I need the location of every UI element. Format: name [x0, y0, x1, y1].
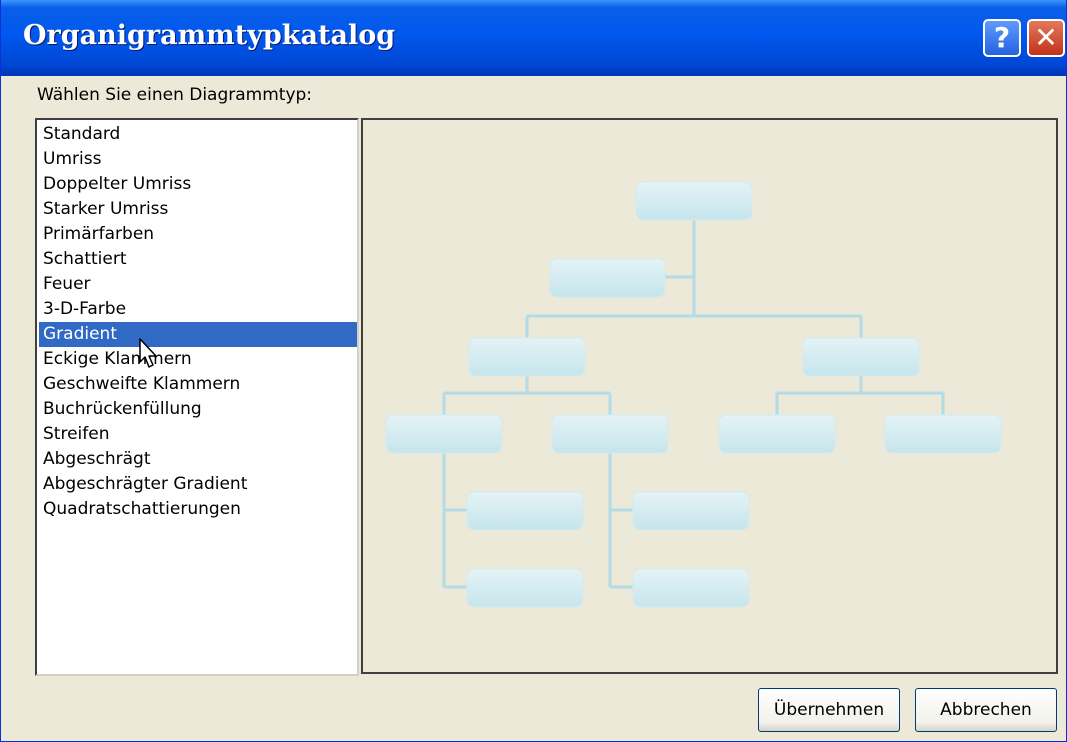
org-box-subordinate: [466, 568, 584, 608]
org-box-subordinate: [466, 491, 584, 531]
org-box-subordinate: [632, 491, 750, 531]
mouse-pointer-icon: [139, 338, 157, 368]
list-item[interactable]: Quadratschattierungen: [39, 497, 357, 522]
cancel-button[interactable]: Abbrechen: [915, 688, 1057, 732]
prompt-label: Wählen Sie einen Diagrammtyp:: [37, 85, 313, 105]
diagram-type-label: Wählen Sie einen Diagrammtyp:: [37, 85, 312, 105]
list-item[interactable]: Abgeschrägt: [39, 447, 357, 472]
list-item[interactable]: 3-D-Farbe: [39, 297, 357, 322]
org-box-subordinate: [718, 414, 836, 454]
org-box-subordinate: [884, 414, 1002, 454]
list-item[interactable]: Starker Umriss: [39, 197, 357, 222]
list-item[interactable]: Streifen: [39, 422, 357, 447]
list-item[interactable]: Feuer: [39, 272, 357, 297]
org-chart-preview-svg: [385, 181, 1002, 608]
org-box-right-manager: [802, 337, 920, 377]
list-item[interactable]: Primärfarben: [39, 222, 357, 247]
list-item[interactable]: Geschweifte Klammern: [39, 372, 357, 397]
list-item[interactable]: Eckige Klammern: [39, 347, 357, 372]
list-item-selected[interactable]: Gradient: [39, 322, 357, 347]
list-item[interactable]: Standard: [39, 122, 357, 147]
org-connectors: [442, 220, 945, 589]
org-box-subordinate: [632, 568, 750, 608]
dialog-window: Organigrammtypkatalog ? ✕ Wählen Sie ein…: [0, 0, 1067, 742]
list-item[interactable]: Doppelter Umriss: [39, 172, 357, 197]
org-box-subordinate: [385, 414, 503, 454]
close-button[interactable]: ✕: [1027, 19, 1065, 57]
org-chart-preview: [361, 118, 1058, 674]
list-item[interactable]: Abgeschrägter Gradient: [39, 472, 357, 497]
org-box-left-manager: [468, 337, 586, 377]
help-button[interactable]: ?: [983, 19, 1021, 57]
org-box-assistant: [549, 258, 666, 298]
dialog-title: Organigrammtypkatalog: [23, 20, 396, 51]
list-item[interactable]: Schattiert: [39, 247, 357, 272]
list-item[interactable]: Buchrückenfüllung: [39, 397, 357, 422]
diagram-type-list[interactable]: Standard Umriss Doppelter Umriss Starker…: [35, 118, 359, 676]
org-box-top: [635, 181, 753, 221]
apply-button[interactable]: Übernehmen: [758, 688, 900, 732]
list-item[interactable]: Umriss: [39, 147, 357, 172]
org-box-subordinate: [551, 414, 669, 454]
title-bar[interactable]: Organigrammtypkatalog ? ✕: [1, 0, 1066, 76]
